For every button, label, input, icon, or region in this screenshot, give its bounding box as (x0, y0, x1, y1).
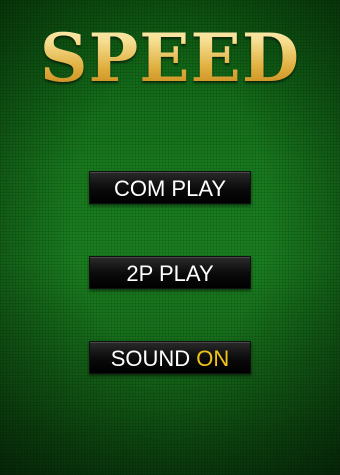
com-play-button[interactable]: COM PLAY (89, 171, 251, 204)
two-player-play-label: 2P PLAY (126, 261, 214, 286)
sound-label: SOUND (110, 346, 191, 371)
two-player-play-button[interactable]: 2P PLAY (89, 256, 251, 289)
com-play-label: COM PLAY (113, 176, 227, 201)
game-title: SPEED (0, 14, 340, 102)
sound-toggle-button[interactable]: SOUND ON (89, 341, 251, 374)
sound-state-label: ON (196, 346, 230, 371)
